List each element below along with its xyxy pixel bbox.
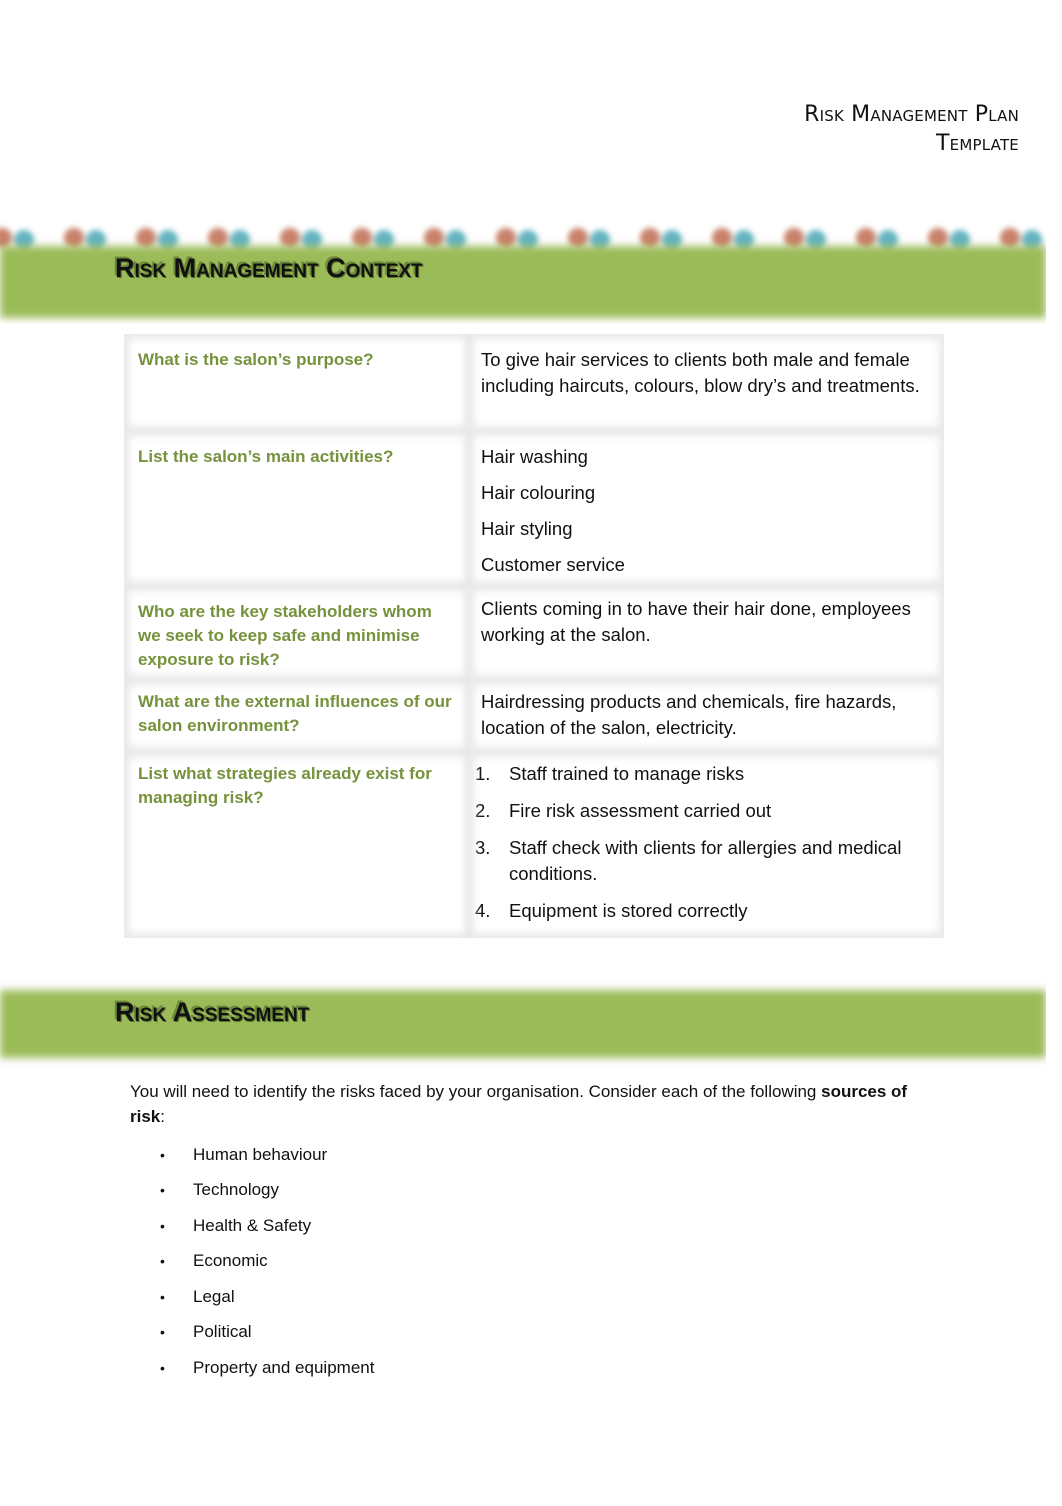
- question-cell: What is the salon’s purpose?: [124, 334, 469, 431]
- bullet-icon: •: [160, 1324, 165, 1341]
- list-number: 2.: [475, 800, 491, 821]
- answer-text: Hairdressing products and chemicals, fir…: [481, 691, 897, 738]
- strategy-item: 1. Staff trained to manage risks: [475, 761, 932, 787]
- table-row: List the salon’s main activities? Hair w…: [124, 431, 944, 586]
- answer-cell[interactable]: Hair washing Hair colouring Hair styling…: [469, 431, 944, 586]
- decorative-dot-red: [712, 228, 732, 248]
- decorative-dot-red: [352, 228, 372, 248]
- question-cell: Who are the key stakeholders whom we see…: [124, 586, 469, 680]
- risk-source-item: • Economic: [160, 1244, 374, 1280]
- activity-item: Hair washing: [481, 446, 588, 467]
- risk-source-item: • Human behaviour: [160, 1137, 374, 1173]
- bullet-icon: •: [160, 1182, 165, 1199]
- answer-cell[interactable]: Clients coming in to have their hair don…: [469, 586, 944, 680]
- activity-item: Customer service: [481, 554, 625, 575]
- bullet-icon: •: [160, 1288, 165, 1305]
- section-heading-context: Risk Management Context: [115, 253, 423, 283]
- bullet-icon: •: [160, 1253, 165, 1270]
- decorative-dot-red: [208, 228, 228, 248]
- strategy-text: Fire risk assessment carried out: [509, 800, 772, 821]
- answer-cell[interactable]: 1. Staff trained to manage risks 2. Fire…: [469, 752, 944, 938]
- question-cell: List what strategies already exist for m…: [124, 752, 469, 938]
- risk-source-item: • Legal: [160, 1279, 374, 1315]
- strategy-item: 2. Fire risk assessment carried out: [475, 798, 932, 824]
- risk-source-item: • Health & Safety: [160, 1208, 374, 1244]
- document-title-line2: Template: [936, 131, 1019, 156]
- decorative-dot-red: [1000, 228, 1020, 248]
- decorative-dot-red: [136, 228, 156, 248]
- decorative-dot-red: [640, 228, 660, 248]
- answer-cell[interactable]: To give hair services to clients both ma…: [469, 334, 944, 431]
- risk-source-text: Legal: [193, 1286, 235, 1306]
- decorative-dot-red: [568, 228, 588, 248]
- decorative-dot-red: [280, 228, 300, 248]
- assessment-heading-wrap: Risk Assessment: [115, 997, 309, 1028]
- context-heading-wrap: Risk Management Context: [115, 253, 423, 284]
- intro-text: You will need to identify the risks face…: [130, 1082, 822, 1101]
- answer-text: To give hair services to clients both ma…: [481, 349, 920, 396]
- intro-suffix: :: [160, 1107, 165, 1126]
- table-row: What is the salon’s purpose? To give hai…: [124, 334, 944, 431]
- table-row: What are the external influences of our …: [124, 680, 944, 752]
- decorative-dot-red: [0, 228, 12, 248]
- context-table: What is the salon’s purpose? To give hai…: [124, 334, 944, 938]
- strategy-text: Staff check with clients for allergies a…: [509, 837, 902, 884]
- answer-cell[interactable]: Hairdressing products and chemicals, fir…: [469, 680, 944, 752]
- document-title-line1: Risk Management Plan: [804, 102, 1019, 127]
- decorative-dot-red: [784, 228, 804, 248]
- section-heading-assessment: Risk Assessment: [115, 997, 310, 1027]
- list-number: 3.: [475, 837, 491, 858]
- risk-source-item: • Property and equipment: [160, 1350, 374, 1386]
- bullet-icon: •: [160, 1359, 165, 1376]
- risk-sources-list: • Human behaviour • Technology • Health & S…: [160, 1137, 374, 1386]
- bullet-icon: •: [160, 1217, 165, 1234]
- question-cell: What are the external influences of our …: [124, 680, 469, 752]
- answer-text: Clients coming in to have their hair don…: [481, 598, 911, 645]
- strategy-item: 4. Equipment is stored correctly: [475, 898, 932, 924]
- risk-source-text: Political: [193, 1322, 252, 1342]
- risk-source-text: Technology: [193, 1180, 280, 1200]
- risk-source-text: Human behaviour: [193, 1144, 328, 1164]
- strategies-list: 1. Staff trained to manage risks 2. Fire…: [475, 761, 932, 924]
- bullet-icon: •: [160, 1146, 165, 1163]
- activity-item: Hair styling: [481, 518, 573, 539]
- list-number: 1.: [475, 763, 491, 784]
- decorative-dot-red: [496, 228, 516, 248]
- risk-source-item: • Political: [160, 1315, 374, 1351]
- decorative-dot-red: [424, 228, 444, 248]
- activity-item: Hair colouring: [481, 482, 596, 503]
- strategy-item: 3. Staff check with clients for allergie…: [475, 835, 932, 887]
- table-row: List what strategies already exist for m…: [124, 752, 944, 938]
- decorative-dot-red: [64, 228, 84, 248]
- assessment-intro: You will need to identify the risks face…: [130, 1079, 920, 1129]
- strategy-text: Staff trained to manage risks: [509, 763, 745, 784]
- list-number: 4.: [475, 900, 491, 921]
- decorative-dot-red: [856, 228, 876, 248]
- question-cell: List the salon’s main activities?: [124, 431, 469, 586]
- risk-source-text: Health & Safety: [193, 1215, 312, 1235]
- decorative-dot-red: [928, 228, 948, 248]
- strategy-text: Equipment is stored correctly: [509, 900, 748, 921]
- risk-source-item: • Technology: [160, 1173, 374, 1209]
- table-row: Who are the key stakeholders whom we see…: [124, 586, 944, 680]
- risk-source-text: Property and equipment: [193, 1357, 375, 1377]
- risk-source-text: Economic: [193, 1251, 268, 1271]
- document-title: Risk Management Plan Template: [804, 100, 1019, 158]
